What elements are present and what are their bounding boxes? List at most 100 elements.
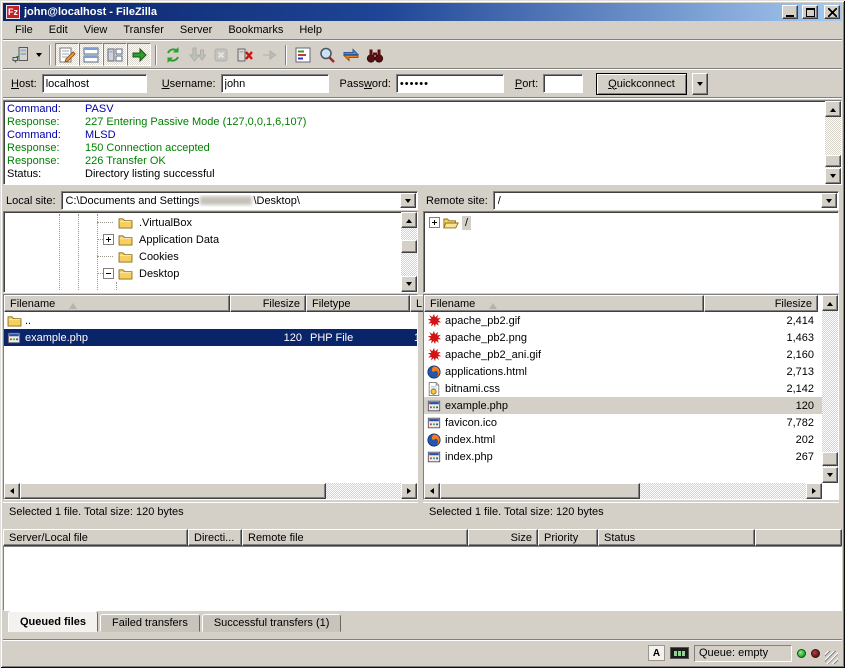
password-input[interactable] xyxy=(396,74,504,93)
toggle-message-log-button[interactable] xyxy=(55,43,79,66)
tree-item[interactable]: Desktop xyxy=(6,265,399,282)
redacted-username xyxy=(200,196,252,205)
column-header-filesize[interactable]: Filesize xyxy=(704,295,818,312)
column-header-filename[interactable]: Filename xyxy=(4,295,230,312)
combo-dropdown-button[interactable] xyxy=(400,193,416,208)
scrollbar-track[interactable] xyxy=(440,483,806,499)
cancel-operation-button[interactable] xyxy=(209,43,233,66)
local-list-body: ..example.php120PHP File1 xyxy=(4,312,417,483)
scrollbar-thumb[interactable] xyxy=(822,452,838,466)
username-input[interactable] xyxy=(221,74,329,93)
toggle-transfer-queue-button[interactable] xyxy=(127,43,151,66)
disconnect-button[interactable] xyxy=(233,43,257,66)
reconnect-button[interactable] xyxy=(257,43,281,66)
file-row[interactable]: apache_pb2.gif2,414 xyxy=(424,312,822,329)
local-list-hscrollbar[interactable] xyxy=(4,483,417,499)
queue-column-remote-file[interactable]: Remote file xyxy=(242,529,468,546)
file-row[interactable]: favicon.ico7,782 xyxy=(424,414,822,431)
local-path-combobox[interactable]: C:\Documents and Settings\Desktop\ xyxy=(61,191,418,210)
scrollbar-down-button[interactable] xyxy=(825,168,841,184)
synchronized-browsing-button[interactable] xyxy=(339,43,363,66)
menu-bookmarks[interactable]: Bookmarks xyxy=(220,22,291,38)
queue-column-directi---[interactable]: Directi... xyxy=(188,529,242,546)
quickconnect-dropdown-button[interactable] xyxy=(692,73,708,95)
queue-column-priority[interactable]: Priority xyxy=(538,529,598,546)
combo-dropdown-button[interactable] xyxy=(821,193,837,208)
maximize-button[interactable] xyxy=(802,5,818,19)
plus-expander-icon[interactable] xyxy=(429,217,440,228)
scrollbar-thumb[interactable] xyxy=(401,240,417,253)
queue-column-status[interactable]: Status xyxy=(598,529,755,546)
scrollbar-track[interactable] xyxy=(401,228,417,276)
menu-view[interactable]: View xyxy=(76,22,116,38)
scrollbar-track[interactable] xyxy=(822,311,838,467)
tab-successful-transfers--1-[interactable]: Successful transfers (1) xyxy=(202,614,342,632)
toggle-remote-tree-button[interactable] xyxy=(103,43,127,66)
file-row[interactable]: apache_pb2.png1,463 xyxy=(424,329,822,346)
file-row[interactable]: index.html202 xyxy=(424,431,822,448)
column-header-filename[interactable]: Filename xyxy=(424,295,704,312)
scrollbar-right-button[interactable] xyxy=(806,483,822,499)
scrollbar-up-button[interactable] xyxy=(401,212,417,228)
host-input[interactable] xyxy=(42,74,147,93)
remote-list-hscrollbar[interactable] xyxy=(424,483,822,499)
menu-server[interactable]: Server xyxy=(172,22,220,38)
directory-comparison-button[interactable] xyxy=(315,43,339,66)
tree-item[interactable]: Cookies xyxy=(6,248,399,265)
file-row[interactable]: index.php267 xyxy=(424,448,822,465)
column-header-filetype[interactable]: Filetype xyxy=(306,295,410,312)
tab-failed-transfers[interactable]: Failed transfers xyxy=(100,614,200,632)
tree-item[interactable]: .VirtualBox xyxy=(6,214,399,231)
scrollbar-thumb[interactable] xyxy=(20,483,326,499)
scrollbar-left-button[interactable] xyxy=(424,483,440,499)
scrollbar-track[interactable] xyxy=(825,117,841,168)
file-row[interactable]: example.php120 xyxy=(424,397,822,414)
scrollbar-right-button[interactable] xyxy=(401,483,417,499)
remote-tree-rows: / xyxy=(426,214,836,290)
menu-transfer[interactable]: Transfer xyxy=(115,22,172,38)
filename-filters-button[interactable] xyxy=(291,43,315,66)
file-row[interactable]: .. xyxy=(4,312,417,329)
menu-edit[interactable]: Edit xyxy=(41,22,76,38)
file-row[interactable]: apache_pb2_ani.gif2,160 xyxy=(424,346,822,363)
refresh-button[interactable] xyxy=(161,43,185,66)
file-row[interactable]: applications.html2,713 xyxy=(424,363,822,380)
port-input[interactable] xyxy=(543,74,583,93)
resize-grip[interactable] xyxy=(825,651,838,664)
site-manager-button[interactable] xyxy=(8,43,32,66)
local-tree-scrollbar[interactable] xyxy=(401,212,417,292)
tab-queued-files[interactable]: Queued files xyxy=(8,611,98,632)
site-manager-dropdown-button[interactable] xyxy=(32,43,45,66)
scrollbar-thumb[interactable] xyxy=(440,483,640,499)
queue-column-server-local-file[interactable]: Server/Local file xyxy=(3,529,188,546)
toggle-local-tree-button[interactable] xyxy=(79,43,103,66)
cancel-icon xyxy=(212,46,230,64)
process-queue-button[interactable] xyxy=(185,43,209,66)
file-row[interactable]: example.php120PHP File1 xyxy=(4,329,417,346)
quickconnect-button[interactable]: Quickconnect xyxy=(596,73,687,95)
remote-path-combobox[interactable]: / xyxy=(493,191,839,210)
scrollbar-thumb[interactable] xyxy=(825,155,841,167)
log-scrollbar[interactable] xyxy=(825,101,841,184)
scrollbar-track[interactable] xyxy=(20,483,401,499)
scrollbar-up-button[interactable] xyxy=(825,101,841,117)
column-header-filesize[interactable]: Filesize xyxy=(230,295,306,312)
tree-item[interactable]: Application Data xyxy=(6,231,399,248)
chevron-down-icon xyxy=(405,199,411,206)
file-row[interactable]: bitnami.css2,142 xyxy=(424,380,822,397)
queue-column-size[interactable]: Size xyxy=(468,529,538,546)
menu-file[interactable]: File xyxy=(7,22,41,38)
scrollbar-up-button[interactable] xyxy=(822,295,838,311)
close-button[interactable] xyxy=(824,5,840,19)
scrollbar-down-button[interactable] xyxy=(822,467,838,483)
remote-list-vscrollbar[interactable] xyxy=(822,295,838,483)
minimize-button[interactable] xyxy=(782,5,798,19)
menu-help[interactable]: Help xyxy=(291,22,330,38)
scrollbar-left-button[interactable] xyxy=(4,483,20,499)
plus-expander-icon[interactable] xyxy=(103,234,114,245)
tree-item[interactable]: / xyxy=(426,214,836,231)
scrollbar-down-button[interactable] xyxy=(401,276,417,292)
queue-column-label: Server/Local file xyxy=(9,532,88,544)
find-files-button[interactable] xyxy=(363,43,387,66)
minus-expander-icon[interactable] xyxy=(103,268,114,279)
